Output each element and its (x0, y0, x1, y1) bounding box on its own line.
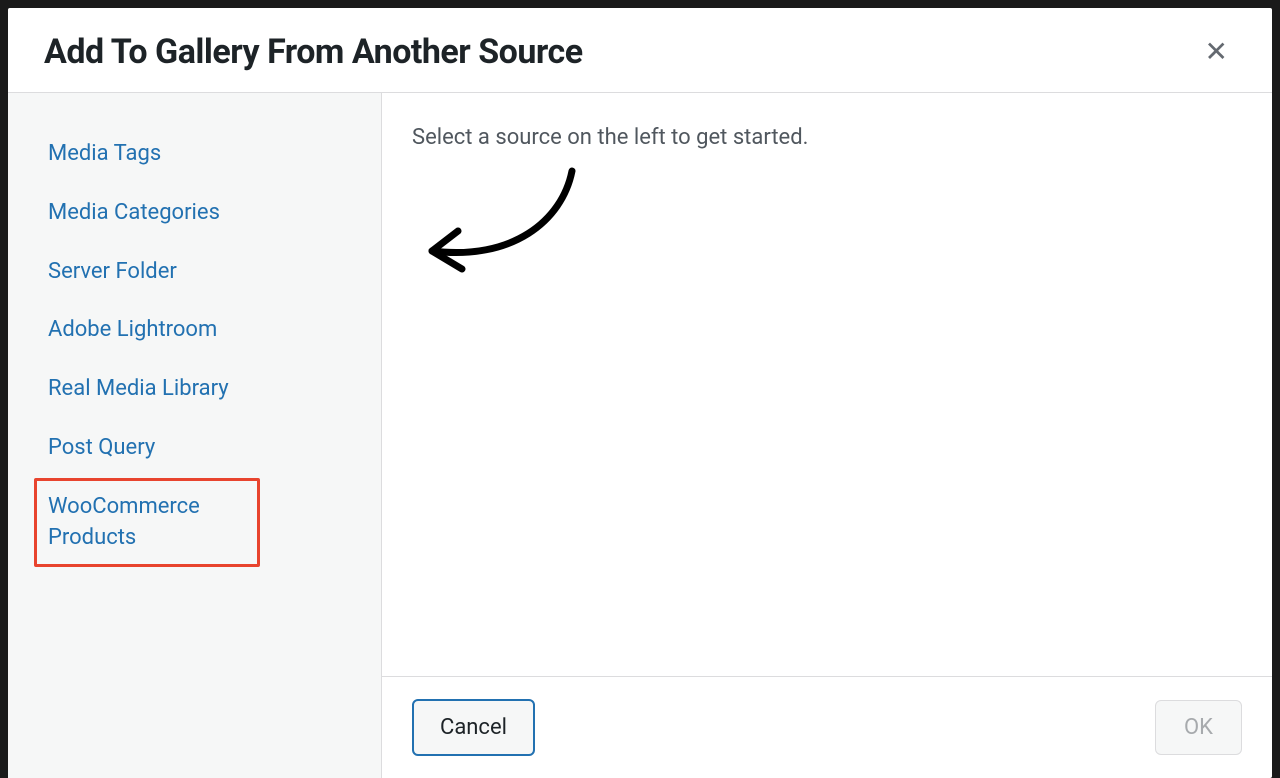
cancel-button[interactable]: Cancel (412, 699, 535, 756)
modal-header: Add To Gallery From Another Source ✕ (8, 8, 1272, 93)
ok-button[interactable]: OK (1155, 700, 1242, 755)
sidebar-item-adobe-lightroom[interactable]: Adobe Lightroom (34, 301, 355, 360)
sidebar-item-post-query[interactable]: Post Query (34, 419, 355, 478)
arrow-annotation-icon (412, 161, 592, 281)
modal-dialog: Add To Gallery From Another Source ✕ Med… (8, 8, 1272, 778)
sidebar-item-server-folder[interactable]: Server Folder (34, 243, 355, 302)
sidebar-item-media-tags[interactable]: Media Tags (34, 125, 355, 184)
close-icon: ✕ (1205, 36, 1228, 67)
modal-footer: Cancel OK (382, 676, 1272, 778)
instruction-text: Select a source on the left to get start… (412, 125, 1242, 150)
sidebar-item-woocommerce-products[interactable]: WooCommerce Products (34, 478, 260, 568)
content-main: Select a source on the left to get start… (382, 93, 1272, 676)
sidebar-item-real-media-library[interactable]: Real Media Library (34, 360, 355, 419)
sidebar-item-media-categories[interactable]: Media Categories (34, 184, 355, 243)
close-button[interactable]: ✕ (1197, 34, 1236, 70)
modal-body: Media Tags Media Categories Server Folde… (8, 93, 1272, 778)
content-area: Select a source on the left to get start… (382, 93, 1272, 778)
source-sidebar: Media Tags Media Categories Server Folde… (8, 93, 382, 778)
modal-title: Add To Gallery From Another Source (44, 32, 583, 72)
